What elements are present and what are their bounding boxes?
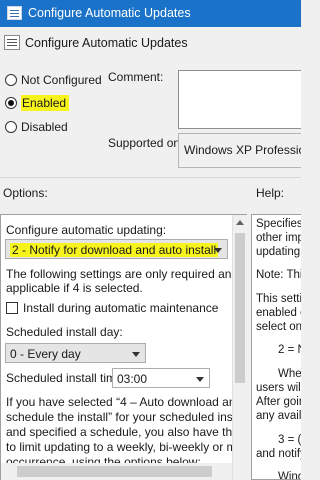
note-text-line2: applicable if 4 is selected. <box>6 281 143 295</box>
install-day-dropdown[interactable]: 0 - Every day <box>5 343 146 363</box>
help-line: 2 = N <box>278 344 301 356</box>
help-line: enabled o <box>256 307 301 319</box>
help-line: Wind <box>278 471 301 480</box>
help-panel: Specifies w other imp updating Note: Thi… <box>251 214 301 480</box>
policy-icon <box>7 6 22 20</box>
radio-circle-checked[interactable] <box>5 97 17 109</box>
scrollbar-thumb[interactable] <box>235 233 245 383</box>
configure-updating-label: Configure automatic updating: <box>6 223 167 237</box>
radio-disabled-label: Disabled <box>21 120 68 134</box>
maintenance-checkbox-label: Install during automatic maintenance <box>23 301 219 315</box>
radio-enabled-label: Enabled <box>21 95 70 111</box>
schedule-note-line4: to limit updating to a weekly, bi-weekly… <box>6 440 247 454</box>
install-time-value: 03:00 <box>117 372 148 386</box>
options-panel: Configure automatic updating: 2 - Notify… <box>0 214 247 480</box>
chevron-down-icon <box>214 248 222 253</box>
help-line: updating <box>256 246 301 258</box>
supported-on-value: Windows XP Professional S <box>184 143 301 157</box>
configure-updating-dropdown[interactable]: 2 - Notify for download and auto install <box>5 239 228 259</box>
chevron-down-icon <box>196 377 204 382</box>
help-line: After goin <box>256 396 301 408</box>
radio-enabled[interactable]: Enabled <box>5 95 70 111</box>
help-line: Note: This <box>256 269 301 281</box>
help-line: select one <box>256 321 301 333</box>
radio-not-configured[interactable]: Not Configured <box>5 72 102 88</box>
comment-label: Comment: <box>108 70 164 84</box>
install-day-value: 0 - Every day <box>10 347 81 361</box>
schedule-note-line3: and specified a schedule, you also have … <box>6 425 246 439</box>
schedule-note-line1: If you have selected “4 – Auto download … <box>6 395 243 409</box>
window-title: Configure Automatic Updates <box>28 6 191 20</box>
radio-circle[interactable] <box>5 74 17 86</box>
supported-on-field: Windows XP Professional S <box>178 133 301 168</box>
help-section-label: Help: <box>256 186 285 200</box>
options-section-label: Options: <box>3 186 48 200</box>
chevron-down-icon <box>132 352 140 357</box>
options-vertical-scrollbar[interactable] <box>232 215 247 480</box>
policy-setting-icon <box>4 35 20 50</box>
maintenance-checkbox[interactable] <box>6 302 18 314</box>
title-bar: Configure Automatic Updates <box>0 0 301 27</box>
radio-circle[interactable] <box>5 121 17 133</box>
note-text-line1: The following settings are only required… <box>6 267 239 281</box>
policy-title: Configure Automatic Updates <box>25 36 188 50</box>
help-line: users will <box>256 382 301 394</box>
scrollbar-thumb[interactable] <box>17 466 212 477</box>
install-day-label: Scheduled install day: <box>6 325 123 339</box>
help-line: When <box>278 368 301 380</box>
supported-on-label: Supported on: <box>108 136 184 150</box>
help-line: and notify <box>256 448 301 460</box>
help-line: any availa <box>256 410 301 422</box>
help-line: other imp <box>256 232 301 244</box>
comment-textarea[interactable] <box>178 70 301 129</box>
install-time-dropdown[interactable]: 03:00 <box>112 368 210 388</box>
radio-disabled[interactable]: Disabled <box>5 119 68 135</box>
scroll-up-arrow-icon[interactable] <box>236 220 244 225</box>
configure-updating-value: 2 - Notify for download and auto install <box>10 243 219 257</box>
install-time-label: Scheduled install time: <box>6 371 127 385</box>
options-horizontal-scrollbar[interactable] <box>1 463 232 480</box>
maintenance-checkbox-row[interactable]: Install during automatic maintenance <box>6 301 218 315</box>
radio-not-configured-label: Not Configured <box>21 73 102 87</box>
help-line: Specifies w <box>256 218 301 230</box>
divider <box>0 177 301 178</box>
help-line: This settin <box>256 293 301 305</box>
schedule-note-line2: schedule the install” for your scheduled… <box>6 410 247 424</box>
help-line: 3 = (D <box>278 434 301 446</box>
